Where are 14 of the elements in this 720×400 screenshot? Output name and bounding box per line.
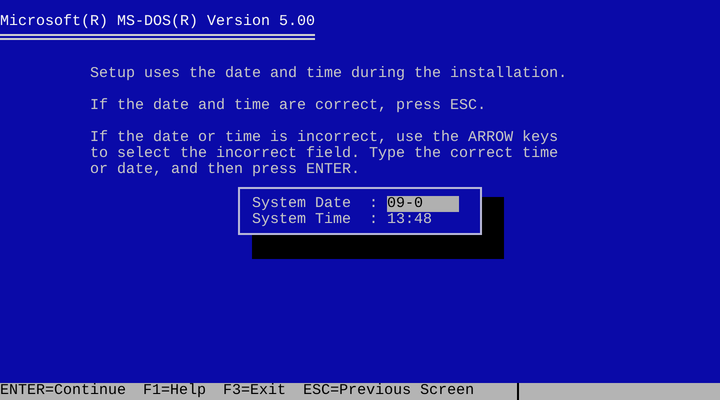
- instruction-text: Setup uses the date and time during the installation.: [90, 66, 568, 82]
- key-hint: F1=Help: [143, 383, 206, 400]
- instruction-text: If the date and time are correct, press ESC.: [90, 98, 488, 114]
- key-hint: ENTER=Continue: [0, 383, 126, 400]
- instruction-text: If the date or time is incorrect, use the ARROW keys to select the incorrect field. Type the correct time or date, and then press ENTER.: [90, 130, 560, 178]
- field-separator: :: [369, 212, 380, 228]
- key-hint: F3=Exit: [223, 383, 286, 400]
- setup-title: Microsoft(R) MS-DOS(R) Version 5.00: [0, 14, 316, 30]
- field-separator: :: [369, 196, 380, 212]
- field-label: System Date: [252, 196, 352, 212]
- field-label: System Time: [252, 212, 352, 228]
- input-field[interactable]: 09-0: [387, 196, 459, 212]
- input-field[interactable]: 13:48: [387, 212, 459, 228]
- key-hint: ESC=Previous Screen: [303, 383, 474, 400]
